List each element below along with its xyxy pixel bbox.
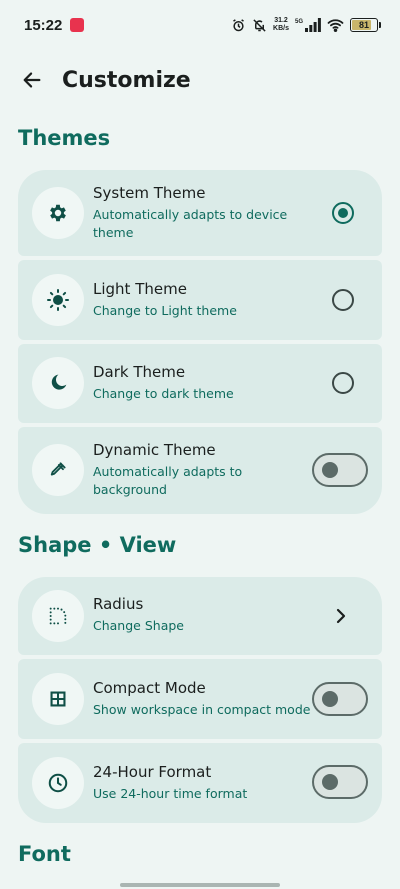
arrow-back-icon xyxy=(23,72,41,88)
network-speed-unit: KB/s xyxy=(273,25,289,32)
option-title: Radius xyxy=(93,595,144,613)
option-texts: Light Theme Change to Light theme xyxy=(93,279,312,320)
section-title-themes: Themes xyxy=(18,126,111,150)
dark-theme-radio[interactable] xyxy=(332,372,354,394)
option-texts: Radius Change Shape xyxy=(93,594,312,635)
sun-icon xyxy=(47,289,69,311)
alarm-icon xyxy=(233,18,244,31)
toggle-knob xyxy=(322,691,338,707)
app-notification-icon xyxy=(70,18,85,32)
eyedropper-icon xyxy=(50,462,66,476)
toggle-knob xyxy=(322,462,338,478)
icon-container xyxy=(32,357,84,409)
icon-container xyxy=(32,757,84,809)
compact-mode-toggle[interactable] xyxy=(312,682,368,716)
option-subtitle: Change Shape xyxy=(93,618,184,633)
option-subtitle: Automatically adapts to background xyxy=(93,464,243,497)
app-bar: Customize xyxy=(0,56,400,104)
dynamic-theme-toggle[interactable] xyxy=(312,453,368,487)
icon-container xyxy=(32,590,84,642)
option-24-hour-format[interactable]: 24-Hour Format Use 24-hour time format xyxy=(18,743,382,823)
option-subtitle: Use 24-hour time format xyxy=(93,786,248,801)
option-title: Light Theme xyxy=(93,280,187,298)
battery-icon: 81 xyxy=(350,18,381,32)
icon-container xyxy=(32,444,84,496)
battery-level: 81 xyxy=(358,20,369,30)
network-speed: 31.2 KB/s xyxy=(273,17,289,33)
theme-option-system[interactable]: System Theme Automatically adapts to dev… xyxy=(18,170,382,256)
home-indicator[interactable] xyxy=(120,883,280,887)
option-subtitle: Change to Light theme xyxy=(93,303,237,318)
option-subtitle: Change to dark theme xyxy=(93,386,234,401)
option-title: 24-Hour Format xyxy=(93,763,212,781)
network-type: 5G xyxy=(294,19,303,25)
theme-option-dark[interactable]: Dark Theme Change to dark theme xyxy=(18,344,382,423)
icon-container xyxy=(32,274,84,326)
settings-gear-icon xyxy=(50,204,66,222)
light-theme-radio[interactable] xyxy=(332,289,354,311)
theme-option-light[interactable]: Light Theme Change to Light theme xyxy=(18,260,382,340)
system-theme-radio[interactable] xyxy=(332,202,354,224)
back-button[interactable] xyxy=(8,56,56,104)
toggle-knob xyxy=(322,774,338,790)
wifi-icon xyxy=(327,19,344,32)
status-right: 31.2 KB/s 5G 81 xyxy=(231,17,381,33)
option-compact-mode[interactable]: Compact Mode Show workspace in compact m… xyxy=(18,659,382,739)
theme-option-dynamic[interactable]: Dynamic Theme Automatically adapts to ba… xyxy=(18,427,382,514)
option-texts: System Theme Automatically adapts to dev… xyxy=(93,183,312,242)
option-title: Dynamic Theme xyxy=(93,441,216,459)
option-texts: 24-Hour Format Use 24-hour time format xyxy=(93,762,312,803)
option-texts: Dynamic Theme Automatically adapts to ba… xyxy=(93,440,298,499)
network-speed-value: 31.2 xyxy=(274,17,288,24)
status-time: 15:22 xyxy=(24,16,63,34)
mute-icon xyxy=(253,18,266,32)
chevron-right-icon xyxy=(336,608,346,624)
clock-icon xyxy=(48,773,68,793)
24-hour-format-toggle[interactable] xyxy=(312,765,368,799)
option-title: Dark Theme xyxy=(93,363,186,381)
section-title-shape-view: Shape • View xyxy=(18,533,177,557)
section-title-font: Font xyxy=(18,842,71,866)
status-left: 15:22 xyxy=(24,16,85,34)
option-title: System Theme xyxy=(93,184,206,202)
page-title: Customize xyxy=(62,67,191,93)
status-bar: 15:22 31.2 KB/s 5G 81 xyxy=(0,0,400,50)
grid-view-icon xyxy=(50,691,66,707)
signal-icon xyxy=(305,18,321,32)
option-texts: Dark Theme Change to dark theme xyxy=(93,362,312,403)
option-subtitle: Automatically adapts to device theme xyxy=(93,207,288,240)
rounded-corner-icon xyxy=(49,607,67,625)
option-radius[interactable]: Radius Change Shape xyxy=(18,577,382,655)
moon-icon xyxy=(51,374,67,390)
icon-container xyxy=(32,187,84,239)
icon-container xyxy=(32,673,84,725)
